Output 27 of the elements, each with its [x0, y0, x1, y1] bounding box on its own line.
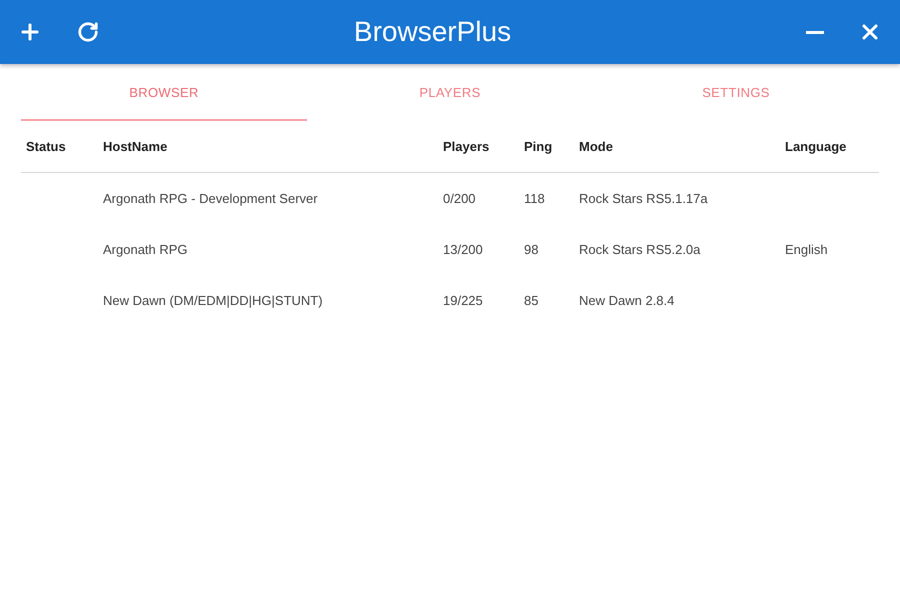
minimize-icon	[806, 30, 824, 34]
column-header: Language	[785, 138, 846, 154]
refresh-icon	[77, 21, 99, 43]
table-cell: Rock Stars RS5.2.0a	[579, 242, 700, 256]
column-header: HostName	[103, 138, 168, 154]
table-cell: New Dawn 2.8.4	[579, 292, 674, 308]
table-cell: New Dawn (DM/EDM|DD|HG|STUNT)	[103, 292, 323, 308]
tab[interactable]: PLAYERS	[307, 64, 593, 121]
table-cell: Argonath RPG	[103, 242, 188, 256]
column-header: Ping	[524, 138, 552, 154]
table-cell: Rock Stars RS5.1.17a	[579, 190, 708, 206]
table-cell: 85	[524, 292, 538, 308]
table-cell: Argonath RPG - Development Server	[103, 190, 318, 206]
column-header: Mode	[579, 138, 613, 154]
tab[interactable]: BROWSER	[21, 64, 307, 121]
column-header: Status	[26, 138, 66, 154]
table-cell: 19/225	[443, 292, 483, 308]
table-cell: English	[785, 242, 828, 256]
tab[interactable]: SETTINGS	[593, 64, 879, 121]
column-header: Players	[443, 138, 490, 154]
table-cell: 13/200	[443, 242, 483, 256]
table-cell: 0/200	[443, 190, 476, 206]
table-cell: 118	[524, 190, 545, 206]
table-cell: 98	[524, 242, 538, 256]
window-title: BrowserPlus	[354, 15, 512, 49]
refresh-button[interactable]	[77, 21, 99, 43]
minimize-button[interactable]	[806, 30, 824, 34]
